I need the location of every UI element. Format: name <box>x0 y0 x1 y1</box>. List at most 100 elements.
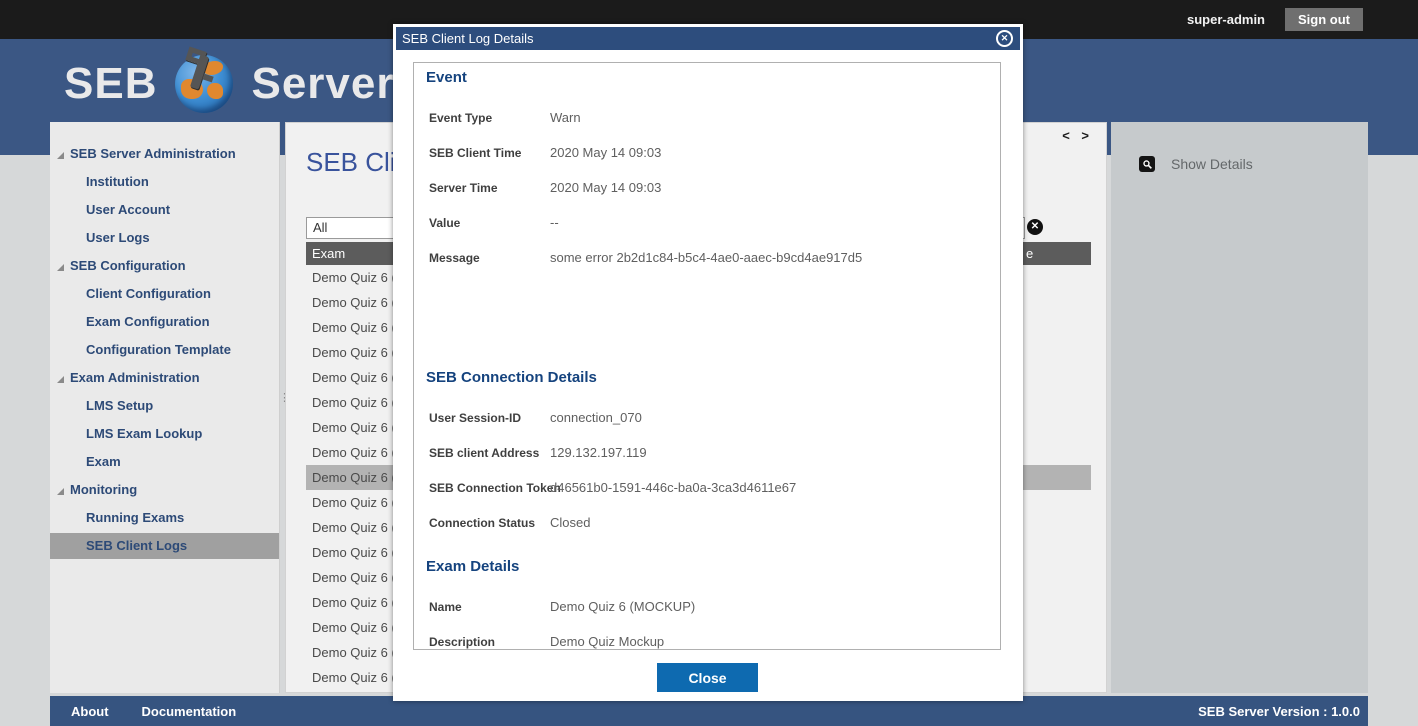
field-value: some error 2b2d1c84-b5c4-4ae0-aaec-b9cd4… <box>550 250 862 265</box>
sidebar-item-label: SEB Configuration <box>70 258 186 273</box>
table-header-exam[interactable]: Exam <box>306 246 345 261</box>
close-button[interactable]: Close <box>657 663 758 692</box>
footer-link-documentation[interactable]: Documentation <box>142 704 237 719</box>
sidebar-item-client-configuration[interactable]: Client Configuration <box>50 280 279 308</box>
table-header-fragment: e <box>1026 242 1033 265</box>
sidebar-item-label: LMS Exam Lookup <box>86 426 202 441</box>
sidebar-item-label: LMS Setup <box>86 398 153 413</box>
sidebar-item-label: Exam Administration <box>70 370 200 385</box>
field-row: Value-- <box>426 205 988 240</box>
section-fields: NameDemo Quiz 6 (MOCKUP)DescriptionDemo … <box>426 589 988 650</box>
field-value: Demo Quiz Mockup <box>550 634 664 649</box>
filter-clear-icon[interactable]: ✕ <box>1027 219 1043 235</box>
field-value: connection_070 <box>550 410 642 425</box>
sidebar-item-label: SEB Server Administration <box>70 146 236 161</box>
field-label: Description <box>426 635 550 649</box>
field-row: SEB Connection Tokend46561b0-1591-446c-b… <box>426 470 988 505</box>
show-details-action[interactable]: Show Details <box>1139 156 1253 172</box>
field-row: User Session-IDconnection_070 <box>426 400 988 435</box>
field-row: NameDemo Quiz 6 (MOCKUP) <box>426 589 988 624</box>
section-heading: Exam Details <box>426 558 988 576</box>
field-label: SEB Client Time <box>426 146 550 160</box>
field-row: Server Time2020 May 14 09:03 <box>426 170 988 205</box>
sidebar-item-label: User Account <box>86 202 170 217</box>
field-value: Demo Quiz 6 (MOCKUP) <box>550 599 695 614</box>
sign-out-button[interactable]: Sign out <box>1285 8 1363 31</box>
tree-expand-arrow-icon <box>57 376 64 383</box>
seb-server-logo: SEB Server <box>64 53 395 115</box>
field-row: SEB Client Time2020 May 14 09:03 <box>426 135 988 170</box>
action-panel: Show Details <box>1111 122 1368 693</box>
section-fields: Event TypeWarnSEB Client Time2020 May 14… <box>426 100 988 275</box>
field-row: Messagesome error 2b2d1c84-b5c4-4ae0-aae… <box>426 240 988 275</box>
sidebar-item-user-logs[interactable]: User Logs <box>50 224 279 252</box>
sidebar-menu: SEB Server Administration Institution User… <box>50 122 279 559</box>
sidebar-item-seb-server-administration[interactable]: SEB Server Administration <box>50 140 279 168</box>
field-row: Event TypeWarn <box>426 100 988 135</box>
sidebar-item-exam-configuration[interactable]: Exam Configuration <box>50 308 279 336</box>
field-label: SEB Connection Token <box>426 481 550 495</box>
dialog-titlebar: SEB Client Log Details ✕ <box>396 27 1020 50</box>
field-label: Connection Status <box>426 516 550 530</box>
seb-client-log-details-dialog: SEB Client Log Details ✕ Event Event Type… <box>393 24 1023 701</box>
field-value: Closed <box>550 515 590 530</box>
seb-server-app: super-admin Sign out SEB Server SEB Serv… <box>0 0 1418 726</box>
field-value: 129.132.197.119 <box>550 445 647 460</box>
sidebar-item-running-exams[interactable]: Running Exams <box>50 504 279 532</box>
field-row: Connection StatusClosed <box>426 505 988 540</box>
sidebar-item-label: Monitoring <box>70 482 137 497</box>
sidebar-item-label: Client Configuration <box>86 286 211 301</box>
sidebar-item-monitoring[interactable]: Monitoring <box>50 476 279 504</box>
field-value: d46561b0-1591-446c-ba0a-3ca3d4611e67 <box>550 480 796 495</box>
section-fields: User Session-IDconnection_070SEB client … <box>426 400 988 540</box>
sidebar-item-lms-exam-lookup[interactable]: LMS Exam Lookup <box>50 420 279 448</box>
sidebar-item-label: Institution <box>86 174 149 189</box>
sidebar-item-label: SEB Client Logs <box>86 538 187 553</box>
field-label: Server Time <box>426 181 550 195</box>
sidebar-item-institution[interactable]: Institution <box>50 168 279 196</box>
pane-collapse-expand-icons[interactable]: < > <box>1062 128 1093 143</box>
field-row: SEB client Address129.132.197.119 <box>426 435 988 470</box>
footer-link-about[interactable]: About <box>71 704 109 719</box>
sidebar-item-exam-administration[interactable]: Exam Administration <box>50 364 279 392</box>
logged-in-username: super-admin <box>1187 12 1265 27</box>
field-label: Value <box>426 216 550 230</box>
field-value: Warn <box>550 110 581 125</box>
logo-text-server: Server <box>251 59 394 109</box>
server-version-label: SEB Server Version : 1.0.0 <box>1198 704 1360 719</box>
field-value: -- <box>550 215 559 230</box>
tree-expand-arrow-icon <box>57 488 64 495</box>
globe-key-icon <box>173 53 235 115</box>
field-value: 2020 May 14 09:03 <box>550 180 661 195</box>
field-label: Name <box>426 600 550 614</box>
sidebar-item-seb-client-logs[interactable]: SEB Client Logs <box>50 533 279 559</box>
sidebar-item-lms-setup[interactable]: LMS Setup <box>50 392 279 420</box>
tree-expand-arrow-icon <box>57 264 64 271</box>
sidebar-item-exam[interactable]: Exam <box>50 448 279 476</box>
field-label: User Session-ID <box>426 411 550 425</box>
sidebar-item-label: Exam <box>86 454 121 469</box>
logo-text-seb: SEB <box>64 59 157 109</box>
sidebar-item-label: Configuration Template <box>86 342 231 357</box>
sidebar-navigation: SEB Server Administration Institution User… <box>50 122 280 693</box>
field-row: DescriptionDemo Quiz Mockup <box>426 624 988 650</box>
section-heading: Event <box>426 69 988 87</box>
show-details-label: Show Details <box>1171 156 1253 172</box>
dialog-title: SEB Client Log Details <box>402 31 534 46</box>
sidebar-item-configuration-template[interactable]: Configuration Template <box>50 336 279 364</box>
field-value: 2020 May 14 09:03 <box>550 145 661 160</box>
field-label: Message <box>426 251 550 265</box>
tree-expand-arrow-icon <box>57 152 64 159</box>
field-label: Event Type <box>426 111 550 125</box>
dialog-close-icon[interactable]: ✕ <box>996 30 1013 47</box>
sidebar-item-user-account[interactable]: User Account <box>50 196 279 224</box>
sidebar-item-label: Exam Configuration <box>86 314 210 329</box>
field-label: SEB client Address <box>426 446 550 460</box>
sidebar-item-seb-configuration[interactable]: SEB Configuration <box>50 252 279 280</box>
log-details-form: EventEvent TypeWarnSEB Client Time2020 M… <box>413 62 1001 650</box>
sidebar-item-label: User Logs <box>86 230 150 245</box>
magnifier-icon <box>1139 156 1155 172</box>
sidebar-item-label: Running Exams <box>86 510 184 525</box>
sidebar-splitter-handle[interactable]: ⋮ <box>279 396 283 400</box>
section-heading: SEB Connection Details <box>426 369 988 387</box>
